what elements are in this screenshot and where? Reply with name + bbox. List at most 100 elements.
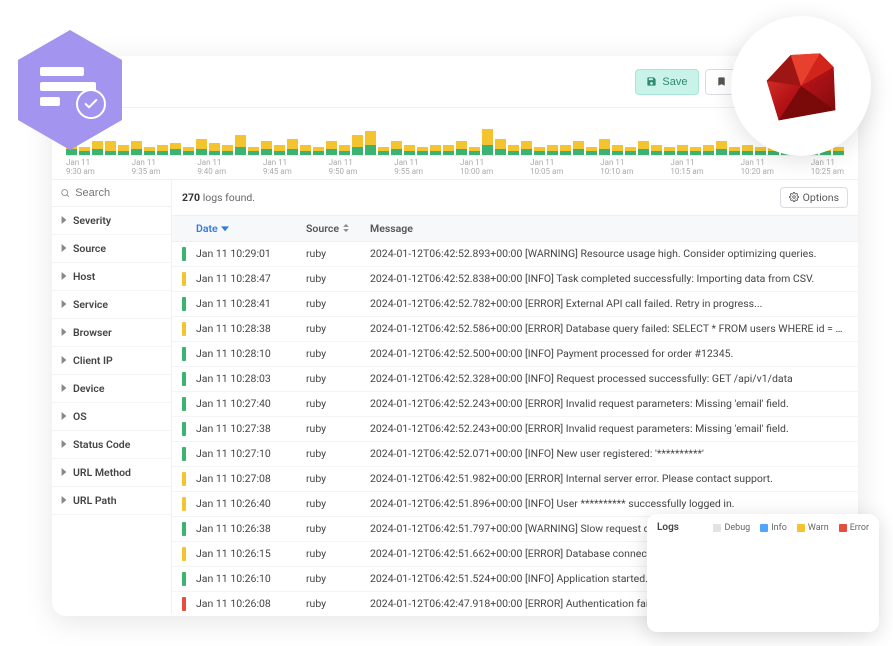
spark-bar[interactable]	[92, 141, 103, 155]
spark-tick: Jan 1110:00 am	[460, 159, 493, 177]
spark-bar[interactable]	[703, 145, 714, 155]
spark-bar[interactable]	[287, 139, 298, 155]
timeline-chart[interactable]: 10 Jan 119:30 amJan 119:35 amJan 119:40 …	[52, 108, 858, 180]
spark-bar[interactable]	[196, 139, 207, 155]
table-row[interactable]: Jan 11 10:27:08ruby2024-01-12T06:42:51.9…	[172, 467, 858, 492]
spark-tick: Jan 119:30 am	[66, 159, 95, 177]
spark-bar[interactable]	[612, 145, 623, 155]
spark-bar[interactable]	[170, 143, 181, 155]
spark-bar[interactable]	[651, 145, 662, 155]
facet-status-code[interactable]: Status Code	[52, 431, 171, 459]
spark-bar[interactable]	[313, 147, 324, 155]
facet-client-ip[interactable]: Client IP	[52, 347, 171, 375]
spark-bar[interactable]	[183, 147, 194, 155]
table-row[interactable]: Jan 11 10:27:38ruby2024-01-12T06:42:52.2…	[172, 417, 858, 442]
spark-bar[interactable]	[560, 145, 571, 155]
spark-bar[interactable]	[755, 147, 766, 155]
spark-bar[interactable]	[456, 141, 467, 155]
spark-bar[interactable]	[235, 135, 246, 155]
row-date: Jan 11 10:28:03	[196, 372, 306, 385]
spark-bar[interactable]	[274, 145, 285, 155]
gear-icon	[789, 192, 799, 202]
facet-source[interactable]: Source	[52, 235, 171, 263]
spark-bar[interactable]	[443, 145, 454, 155]
facet-url-method[interactable]: URL Method	[52, 459, 171, 487]
spark-bar[interactable]	[248, 147, 259, 155]
row-message: 2024-01-12T06:42:51.982+00:00 [ERROR] In…	[370, 472, 848, 485]
spark-bar[interactable]	[105, 141, 116, 155]
spark-bar[interactable]	[417, 147, 428, 155]
spark-bar[interactable]	[118, 145, 129, 155]
row-source: ruby	[306, 497, 370, 510]
spark-bar[interactable]	[79, 147, 90, 155]
table-row[interactable]: Jan 11 10:26:40ruby2024-01-12T06:42:51.8…	[172, 492, 858, 517]
row-date: Jan 11 10:28:10	[196, 347, 306, 360]
search-input[interactable]	[75, 187, 163, 199]
spark-bar[interactable]	[716, 141, 727, 155]
row-message: 2024-01-12T06:42:51.896+00:00 [INFO] Use…	[370, 497, 848, 510]
table-row[interactable]: Jan 11 10:28:03ruby2024-01-12T06:42:52.3…	[172, 367, 858, 392]
table-row[interactable]: Jan 11 10:28:47ruby2024-01-12T06:42:52.8…	[172, 267, 858, 292]
spark-bar[interactable]	[742, 145, 753, 155]
spark-bar[interactable]	[521, 141, 532, 155]
spark-bar[interactable]	[300, 145, 311, 155]
row-date: Jan 11 10:28:47	[196, 272, 306, 285]
spark-bar[interactable]	[391, 141, 402, 155]
facet-device[interactable]: Device	[52, 375, 171, 403]
column-date[interactable]: Date	[196, 222, 229, 235]
facet-severity[interactable]: Severity	[52, 207, 171, 235]
table-row[interactable]: Jan 11 10:29:01ruby2024-01-12T06:42:52.8…	[172, 242, 858, 267]
spark-bar[interactable]	[677, 145, 688, 155]
spark-bar[interactable]	[378, 147, 389, 155]
facet-browser[interactable]: Browser	[52, 319, 171, 347]
facet-service[interactable]: Service	[52, 291, 171, 319]
spark-bar[interactable]	[625, 147, 636, 155]
spark-bar[interactable]	[352, 135, 363, 155]
spark-bar[interactable]	[469, 147, 480, 155]
spark-bar[interactable]	[690, 147, 701, 155]
options-button[interactable]: Options	[780, 187, 848, 208]
spark-bar[interactable]	[404, 145, 415, 155]
mini-chart-title: Logs	[657, 522, 679, 533]
spark-bar[interactable]	[209, 143, 220, 155]
spark-bar[interactable]	[833, 147, 844, 155]
table-row[interactable]: Jan 11 10:28:41ruby2024-01-12T06:42:52.7…	[172, 292, 858, 317]
severity-indicator	[182, 322, 186, 336]
facet-host[interactable]: Host	[52, 263, 171, 291]
spark-bar[interactable]	[482, 129, 493, 155]
spark-bar[interactable]	[573, 141, 584, 155]
spark-bar[interactable]	[729, 147, 740, 155]
spark-bar[interactable]	[599, 139, 610, 155]
search-box[interactable]	[52, 180, 171, 207]
results-summary: 270 logs found.	[182, 191, 255, 204]
table-row[interactable]: Jan 11 10:28:10ruby2024-01-12T06:42:52.5…	[172, 342, 858, 367]
spark-bar[interactable]	[430, 145, 441, 155]
save-button[interactable]: Save	[635, 69, 698, 95]
row-date: Jan 11 10:26:15	[196, 547, 306, 560]
spark-bar[interactable]	[495, 139, 506, 155]
spark-bar[interactable]	[534, 147, 545, 155]
spark-bar[interactable]	[222, 145, 233, 155]
spark-bar[interactable]	[157, 145, 168, 155]
spark-bar[interactable]	[508, 145, 519, 155]
table-row[interactable]: Jan 11 10:27:40ruby2024-01-12T06:42:52.2…	[172, 392, 858, 417]
spark-bar[interactable]	[638, 141, 649, 155]
spark-bar[interactable]	[339, 145, 350, 155]
spark-bar[interactable]	[144, 147, 155, 155]
facet-label: Device	[73, 382, 105, 395]
spark-bar[interactable]	[261, 141, 272, 155]
spark-bar[interactable]	[664, 147, 675, 155]
legend-debug: Debug	[713, 523, 750, 533]
spark-bar[interactable]	[547, 145, 558, 155]
spark-bar[interactable]	[586, 147, 597, 155]
row-source: ruby	[306, 572, 370, 585]
facet-os[interactable]: OS	[52, 403, 171, 431]
facet-url-path[interactable]: URL Path	[52, 487, 171, 515]
column-source[interactable]: Source	[306, 222, 350, 235]
table-row[interactable]: Jan 11 10:28:38ruby2024-01-12T06:42:52.5…	[172, 317, 858, 342]
spark-bar[interactable]	[365, 131, 376, 155]
table-row[interactable]: Jan 11 10:27:10ruby2024-01-12T06:42:52.0…	[172, 442, 858, 467]
spark-bar[interactable]	[326, 141, 337, 155]
row-date: Jan 11 10:26:38	[196, 522, 306, 535]
spark-bar[interactable]	[131, 141, 142, 155]
